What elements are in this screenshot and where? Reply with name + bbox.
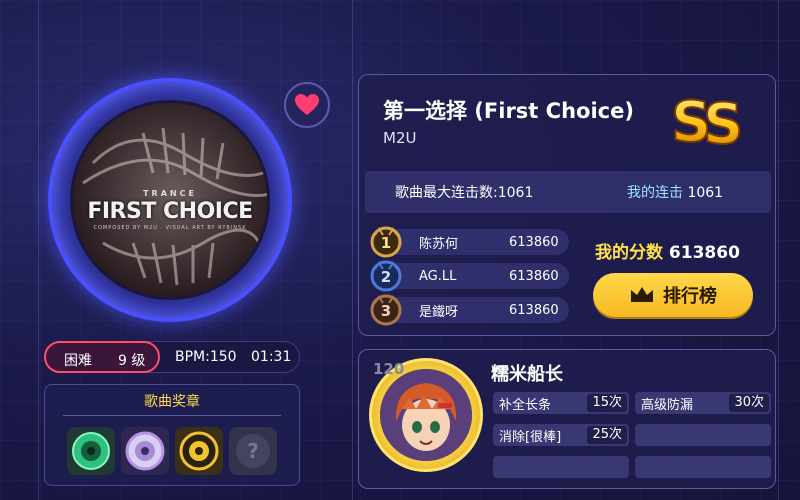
rank-1-medal-icon: 1 [370,226,402,258]
gold-disc-medal-icon[interactable] [175,427,223,475]
leaderboard-name: 是鐵呀 [419,304,459,320]
svg-text:2: 2 [381,268,391,286]
song-info-card: 第一选择 (First Choice) M2U S S 歌曲最大连击数:1061… [358,74,776,336]
rank-2-medal-icon: 2 [370,260,402,292]
decor-line [38,0,39,500]
album-disc: TRANCE FIRST CHOICE COMPOSED BY M2U · VI… [48,78,292,322]
favorite-button[interactable] [284,82,330,128]
leaderboard-score: 613860 [509,268,559,284]
leaderboard-name: AG.LL [419,268,457,284]
leaderboard-name: 陈苏何 [419,236,459,252]
svg-text:1: 1 [381,234,391,252]
green-disc-medal-icon[interactable] [67,427,115,475]
leaderboard-score: 613860 [509,302,559,318]
decor-line [352,0,353,500]
stat-item: 高级防漏 30次 [635,392,771,414]
my-score: 我的分数 613860 [595,238,740,263]
ss-rank-icon: S S [670,89,744,155]
crown-icon [631,287,653,302]
svg-text:3: 3 [381,302,391,320]
song-medals-panel: 歌曲奖章 ? [44,384,300,486]
decor-line [778,0,779,500]
difficulty-bar: 困难 9 级 BPM:150 01:31 [44,341,300,373]
leaderboard-button-label: 排行榜 [663,286,717,307]
stat-value: 15次 [587,394,627,412]
purple-disc-medal-icon[interactable] [121,427,169,475]
locked-medal-icon[interactable]: ? [229,427,277,475]
combo-bar: 歌曲最大连击数:1061 我的连击 1061 [365,171,771,213]
medals-title: 歌曲奖章 [144,394,200,410]
stat-item-empty [635,456,771,478]
stat-value: 30次 [729,394,769,412]
my-score-value: 613860 [668,243,740,263]
leaderboard-row[interactable]: 2 AG.LL 613860 [370,260,569,292]
player-level: 120 [373,360,405,378]
my-combo-value: 1061 [687,185,724,201]
leaderboard-row[interactable]: 1 陈苏何 613860 [370,226,569,258]
song-duration: 01:31 [251,349,292,365]
my-score-label: 我的分数 [595,243,663,263]
player-card: 120 糯米船长 补全长条 15次 高级防漏 30次 消除[很棒] 25次 [358,349,776,489]
stat-item-empty [493,456,629,478]
stat-value: 25次 [587,426,627,444]
stat-label: 消除[很棒] [499,429,562,445]
leaderboard-button[interactable]: 排行榜 [593,273,753,317]
cover-genre: TRANCE [143,189,197,198]
svg-text:?: ? [247,439,259,463]
difficulty-selector[interactable]: 困难 9 级 [44,341,160,373]
difficulty-level: 9 级 [118,353,146,369]
song-artist: M2U [383,129,417,147]
bpm: BPM:150 [175,349,237,365]
leaderboard-score: 613860 [509,234,559,250]
svg-text:S: S [703,92,743,155]
stat-item: 消除[很棒] 25次 [493,424,629,446]
my-combo: 我的连击 1061 [627,182,723,202]
difficulty-name: 困难 [64,353,92,369]
cover-title: FIRST CHOICE [87,199,253,224]
stat-item-empty [635,424,771,446]
stat-item: 补全长条 15次 [493,392,629,414]
song-title: 第一选择 (First Choice) [383,99,634,123]
leaderboard-row[interactable]: 3 是鐵呀 613860 [370,294,569,326]
player-name: 糯米船长 [491,364,563,385]
divider [63,415,281,416]
cover-credits: COMPOSED BY M2U · VISUAL ART BY RYBINSK [93,225,247,231]
album-cover: TRANCE FIRST CHOICE COMPOSED BY M2U · VI… [70,100,270,300]
max-combo: 歌曲最大连击数:1061 [395,185,534,201]
rank-3-medal-icon: 3 [370,294,402,326]
avatar-image [380,369,472,461]
stat-label: 高级防漏 [641,397,694,413]
stat-label: 补全长条 [499,397,552,413]
heart-icon [295,94,319,115]
my-combo-label: 我的连击 [627,185,683,201]
